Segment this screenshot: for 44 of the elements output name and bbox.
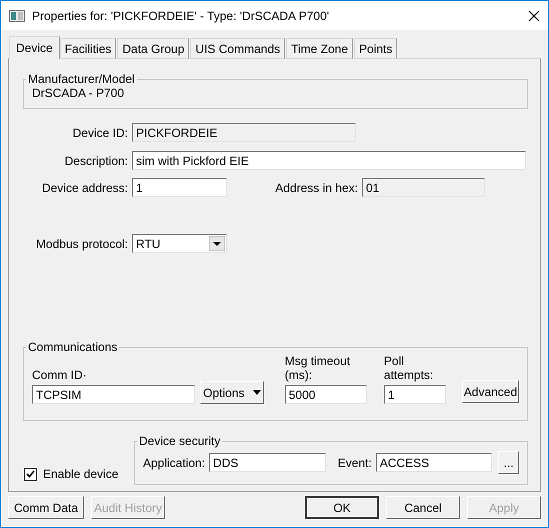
device-id-field[interactable]: PICKFORDEIE <box>132 123 356 142</box>
tab[interactable]: UIS Commands <box>190 38 286 59</box>
window-icon <box>9 10 25 22</box>
field-label: Poll attempts: <box>384 354 434 382</box>
field-label: Description: <box>64 154 129 168</box>
dialog-button[interactable]: Comm Data <box>8 496 84 519</box>
dialog-button[interactable]: OK <box>305 496 379 519</box>
dialog-button[interactable]: Cancel <box>386 496 460 519</box>
checkmark-icon <box>26 470 35 478</box>
tab[interactable]: Device <box>9 36 60 59</box>
field-label: Device ID: <box>72 126 129 140</box>
field-label: Application: <box>143 456 206 470</box>
protocol-dropdown[interactable]: RTU <box>132 234 227 253</box>
group-title: Manufacturer/Model <box>27 72 136 86</box>
timeout-field[interactable]: 5000 <box>284 385 367 404</box>
checkbox-label: Enable device <box>43 467 118 481</box>
field-label: Msg timeout (ms): <box>284 354 352 382</box>
device-address-field[interactable]: 1 <box>132 178 227 197</box>
tab[interactable]: Data Group <box>117 38 190 59</box>
tab[interactable]: Facilities <box>60 38 116 59</box>
event-field[interactable]: ACCESS <box>376 453 492 472</box>
browse-button[interactable]: ... <box>498 451 519 474</box>
model-text: DrSCADA - P700 <box>32 86 124 100</box>
application-field[interactable]: DDS <box>209 453 326 472</box>
dropdown-arrow-icon <box>209 236 225 251</box>
description-field[interactable]: sim with Pickford EIE <box>132 151 526 170</box>
field-label: Device address: <box>40 180 129 194</box>
close-icon[interactable] <box>528 10 540 22</box>
field-label: Comm ID· <box>32 368 88 382</box>
poll-attempts-field[interactable]: 1 <box>384 385 446 404</box>
group-title: Device security <box>138 434 222 448</box>
comm-id-field[interactable]: TCPSIM <box>32 385 195 404</box>
field-label: Modbus protocol: <box>34 236 129 250</box>
field-label: Event: <box>338 456 372 470</box>
tab[interactable]: Time Zone <box>286 38 354 59</box>
enable-checkbox[interactable] <box>24 468 37 480</box>
group-title: Communications <box>27 340 118 354</box>
tab[interactable]: Points <box>354 38 398 59</box>
window-title: Properties for: 'PICKFORDEIE' - Type: 'DrSCADA P700' <box>32 8 330 22</box>
options-button[interactable]: Options <box>200 381 264 404</box>
caret-icon <box>252 390 261 395</box>
advanced-button[interactable]: Advanced <box>462 380 519 403</box>
field-label: Address in hex: <box>274 180 359 194</box>
hex-address-field[interactable]: 01 <box>362 178 485 197</box>
